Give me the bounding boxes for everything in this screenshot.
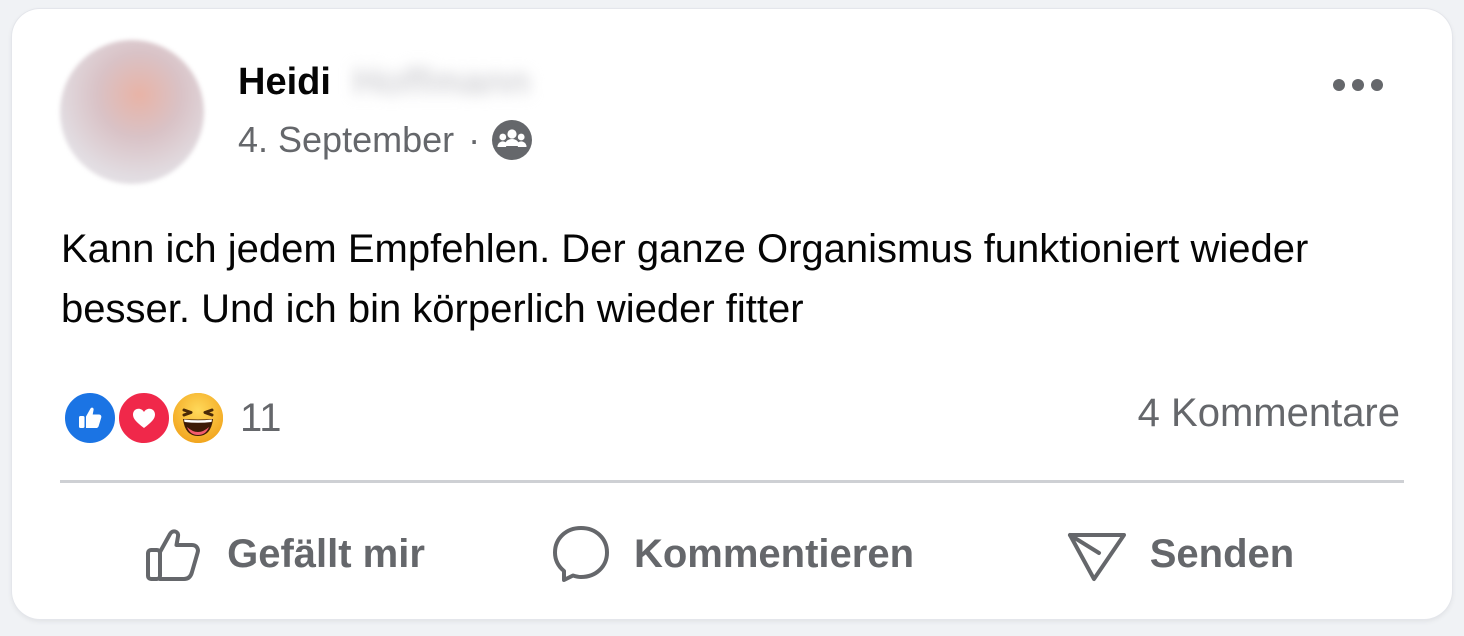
reactions-summary[interactable]: 11 [62, 389, 282, 447]
post-date[interactable]: 4. September [238, 119, 454, 161]
comment-button[interactable]: Kommentieren [508, 523, 956, 585]
author-surname-redacted: Hoffmann [352, 61, 531, 103]
post-meta: 4. September · [238, 119, 533, 161]
friends-icon[interactable] [492, 120, 533, 160]
meta-separator: · [468, 119, 481, 160]
send-button[interactable]: Senden [956, 523, 1404, 585]
post-card: Heidi Hoffmann 4. September · Kann ich j… [12, 9, 1452, 619]
send-button-label: Senden [1149, 531, 1295, 576]
like-button[interactable]: Gefällt mir [60, 523, 508, 585]
send-icon [1067, 533, 1126, 581]
avatar[interactable] [60, 40, 204, 184]
comment-button-label: Kommentieren [633, 531, 915, 576]
post-text: Kann ich jedem Empfehlen. Der ganze Orga… [61, 227, 1309, 331]
action-bar: Gefällt mir Kommentieren Senden [60, 499, 1404, 609]
haha-icon [170, 390, 226, 446]
reaction-count[interactable]: 11 [240, 396, 282, 441]
like-icon [62, 390, 118, 446]
more-options-icon [1333, 79, 1383, 91]
like-button-label: Gefällt mir [227, 531, 425, 576]
comment-count[interactable]: 4 Kommentare [1138, 391, 1400, 436]
author-first-name[interactable]: Heidi [238, 61, 331, 104]
divider [60, 480, 1404, 483]
author-name[interactable]: Heidi Hoffmann [238, 61, 530, 104]
love-icon [116, 390, 172, 446]
more-options-button[interactable] [1328, 65, 1388, 105]
comment-icon [552, 526, 609, 582]
thumbs-up-icon [146, 529, 200, 581]
